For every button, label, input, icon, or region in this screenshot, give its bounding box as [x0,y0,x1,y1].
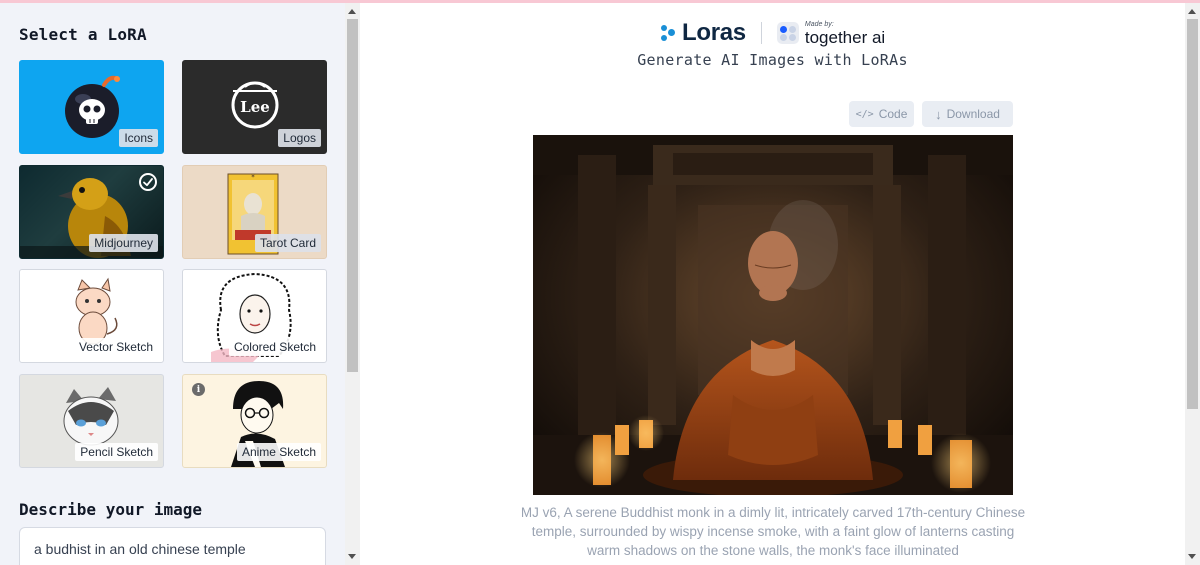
lora-card-anime-sketch[interactable]: i Anime Sketch [182,374,327,468]
brand-divider [760,22,762,44]
lora-card-label: Pencil Sketch [75,443,158,461]
lora-card-colored-sketch[interactable]: Colored Sketch [182,269,327,363]
together-ai-name: together ai [804,27,886,47]
info-icon[interactable]: i [192,383,205,396]
lora-card-label: Colored Sketch [228,338,321,356]
lora-card-tarot[interactable]: ✶ Tarot Card [182,165,327,259]
code-button[interactable]: </> Code [849,101,914,127]
lora-card-label: Midjourney [89,234,158,252]
code-icon: </> [855,108,874,120]
sidebar-scroll-thumb[interactable] [347,19,358,372]
scroll-up-arrow-icon[interactable] [1188,9,1196,14]
brand-name: Loras [682,19,746,46]
select-lora-heading: Select a LoRA [19,25,147,44]
code-button-label: Code [878,107,908,121]
lora-card-midjourney[interactable]: Midjourney [19,165,164,259]
describe-image-heading: Describe your image [19,500,203,519]
logo-card-text: Lee [240,98,270,116]
svg-text:✶: ✶ [250,173,255,180]
lora-card-label: Tarot Card [254,234,321,252]
brand-header: Loras Made by: together ai [660,18,885,48]
lora-card-logos[interactable]: Lee Logos [182,60,327,154]
lora-card-label: Anime Sketch [236,443,321,461]
made-by-together[interactable]: Made by: together ai [805,21,885,46]
prompt-input[interactable]: a budhist in an old chinese temple [19,527,326,565]
download-button-label: Download [946,107,1000,121]
scroll-up-arrow-icon[interactable] [348,9,356,14]
page-subtitle: Generate AI Images with LoRAs [637,51,908,69]
scroll-down-arrow-icon[interactable] [1188,554,1196,559]
lora-card-label: Vector Sketch [73,338,158,356]
lora-card-label: Logos [278,129,321,147]
loras-logo-icon [660,23,676,43]
lora-card-icons[interactable]: Icons [19,60,164,154]
together-logo-icon [776,22,799,44]
image-caption: MJ v6, A serene Buddhist monk in a dimly… [520,505,1026,558]
generated-image[interactable] [533,135,1013,495]
scroll-down-arrow-icon[interactable] [348,554,356,559]
lora-sidebar: Select a LoRA Icons Lee Logos Midjourney… [0,3,345,565]
download-icon: ↓ [935,106,942,122]
lora-card-label: Icons [119,129,158,147]
sidebar-scrollbar[interactable] [345,3,360,565]
lora-card-vector-sketch[interactable]: Vector Sketch [19,269,164,363]
page-scrollbar[interactable] [1185,3,1200,565]
lora-card-pencil-sketch[interactable]: Pencil Sketch [19,374,164,468]
selected-check-icon [139,173,157,191]
made-by-label: Made by: [804,20,834,28]
monk-temple-image [533,135,1013,495]
page-scroll-thumb[interactable] [1187,19,1198,409]
download-button[interactable]: ↓ Download [922,101,1013,127]
